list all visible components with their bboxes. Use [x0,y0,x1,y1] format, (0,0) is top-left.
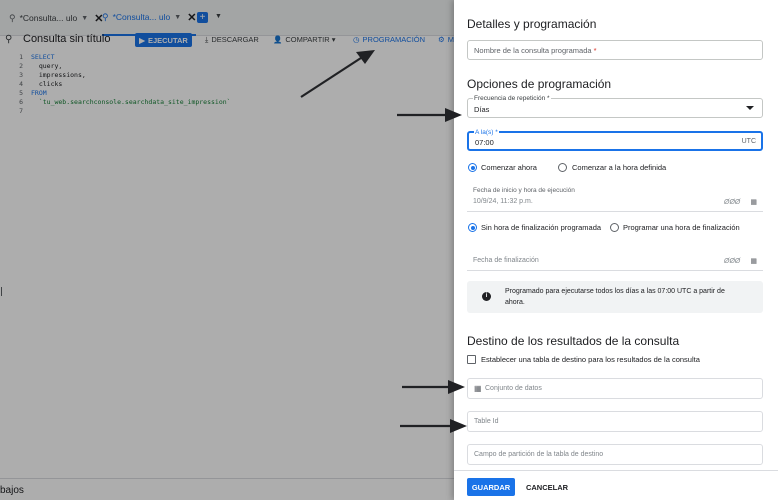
frequency-value: Días [474,105,490,114]
time-format-icon: ØØØ [724,258,741,265]
frequency-select[interactable]: Frecuencia de repetición * Días [467,95,763,118]
schedule-info-box: i Programado para ejecutarse todos los d… [467,281,763,313]
no-end-radio[interactable] [468,223,477,232]
query-editor-area: ⚲ *Consulta... ulo ▼ ✕ ⚲ *Consulta... ul… [0,0,454,500]
time-value: 07:00 [475,138,494,147]
chevron-down-icon [746,106,754,110]
dataset-placeholder: Conjunto de datos [485,385,542,392]
time-format-icon: ØØØ [724,199,741,206]
datetime-icons: ØØØ ▦ [724,257,757,265]
start-at-time-label: Comenzar a la hora definida [572,163,667,172]
start-at-time-radio[interactable] [558,163,567,172]
partition-field-placeholder: Campo de partición de la tabla de destin… [474,451,604,458]
dataset-icon: ▦ [474,384,482,393]
schedule-side-panel: Detalles y programación Nombre de la con… [454,0,778,500]
start-datetime-field: 10/9/24, 11:32 p.m. ØØØ ▦ [467,192,763,212]
start-now-label: Comenzar ahora [481,163,537,172]
panel-footer: GUARDAR CANCELAR [454,470,778,500]
end-date-placeholder: Fecha de finalización [473,257,539,264]
save-button[interactable]: GUARDAR [467,478,515,496]
schedule-end-radio[interactable] [610,223,619,232]
destination-section-title: Destino de los resultados de la consulta [467,334,680,348]
calendar-icon: ▦ [750,258,757,265]
frequency-label: Frecuencia de repetición * [473,95,551,102]
info-icon: i [482,292,491,301]
destination-table-checkbox-label: Establecer una tabla de destino para los… [481,355,700,364]
time-zone-label: UTC [741,138,756,145]
no-end-label: Sin hora de finalización programada [481,223,602,232]
start-datetime-value: 10/9/24, 11:32 p.m. [473,198,533,205]
modal-backdrop[interactable] [0,0,454,500]
datetime-icons: ØØØ ▦ [724,198,757,206]
start-now-radio[interactable] [468,163,477,172]
time-label: A la(s) * [474,129,499,136]
table-id-input[interactable]: Table Id [467,411,763,432]
cancel-button[interactable]: CANCELAR [523,478,571,496]
start-options: Comenzar ahora Comenzar a la hora defini… [467,163,767,175]
destination-table-checkbox[interactable] [467,355,476,364]
schedule-end-label: Programar una hora de finalización [623,223,740,232]
partition-field-input[interactable]: Campo de partición de la tabla de destin… [467,444,763,465]
query-name-input[interactable]: Nombre de la consulta programada * [467,40,763,60]
end-date-field: Fecha de finalización ØØØ ▦ [467,251,763,271]
time-input[interactable]: A la(s) * 07:00 UTC [467,129,763,151]
schedule-section-title: Opciones de programación [467,77,612,91]
end-options: Sin hora de finalización programada Prog… [467,223,767,235]
query-name-placeholder: Nombre de la consulta programada * [474,46,597,55]
table-id-placeholder: Table Id [474,418,499,425]
dataset-input[interactable]: ▦ Conjunto de datos [467,378,763,399]
schedule-info-text: Programado para ejecutarse todos los día… [505,288,725,306]
panel-title: Detalles y programación [467,17,597,31]
calendar-icon: ▦ [750,199,757,206]
